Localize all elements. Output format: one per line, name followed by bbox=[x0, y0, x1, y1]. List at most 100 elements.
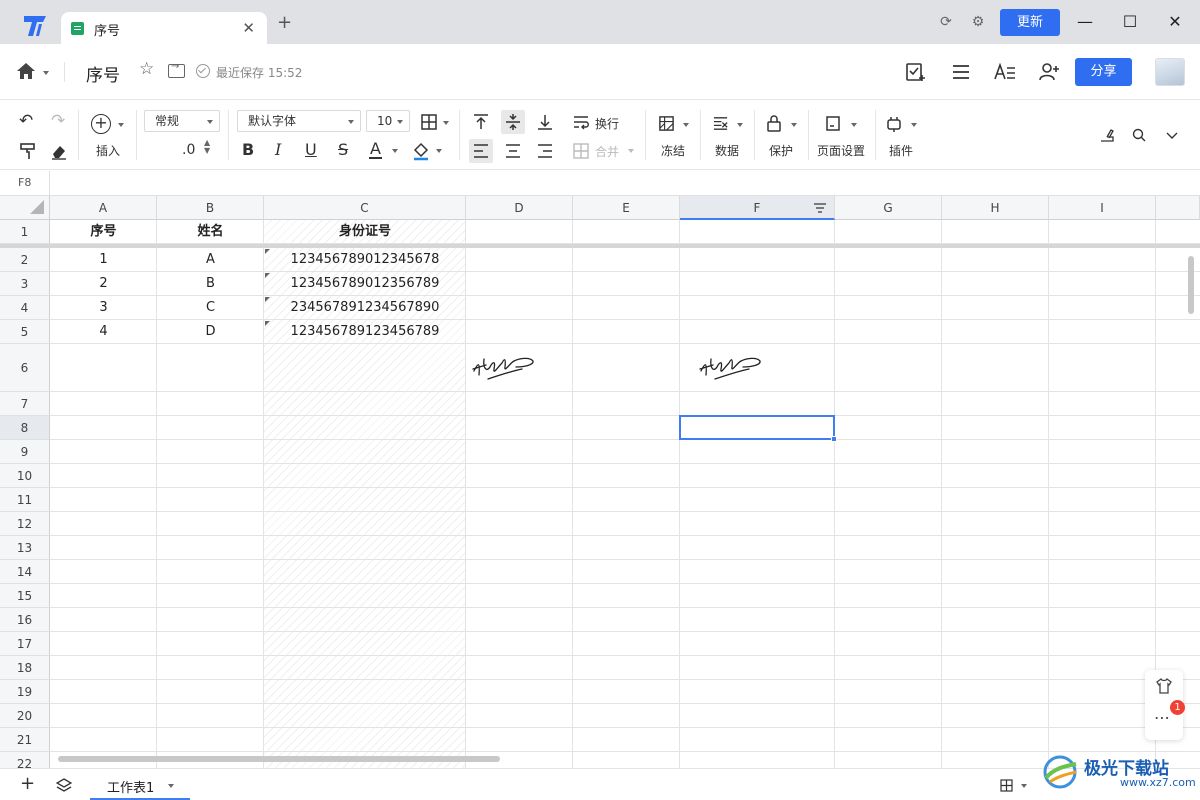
underline-icon[interactable]: U bbox=[305, 142, 317, 158]
font-family-select[interactable]: 默认字体 bbox=[237, 110, 361, 132]
row-header-7[interactable]: 7 bbox=[0, 392, 50, 416]
page-setup-icon[interactable] bbox=[825, 115, 841, 132]
plugin-caret-icon[interactable] bbox=[911, 123, 917, 127]
column-header-e[interactable]: E bbox=[573, 196, 680, 220]
column-header-i[interactable]: I bbox=[1049, 196, 1156, 220]
column-header-g[interactable]: G bbox=[835, 196, 942, 220]
document-title[interactable]: 序号 bbox=[86, 61, 120, 86]
view-grid-icon[interactable] bbox=[1000, 779, 1013, 792]
user-avatar[interactable] bbox=[1155, 58, 1185, 86]
borders-caret-icon[interactable] bbox=[443, 121, 449, 125]
wrap-text-icon[interactable] bbox=[572, 113, 590, 131]
align-top-icon[interactable] bbox=[472, 113, 490, 131]
freeze-panes-icon[interactable] bbox=[658, 115, 675, 132]
menu-list-icon[interactable] bbox=[949, 61, 973, 83]
row-header-3[interactable]: 3 bbox=[0, 272, 50, 296]
freeze-label[interactable]: 冻结 bbox=[661, 142, 685, 159]
settings-gear-icon[interactable]: ⚙ bbox=[970, 14, 986, 30]
minimize-icon[interactable]: — bbox=[1073, 10, 1097, 34]
format-painter-icon[interactable] bbox=[19, 142, 37, 160]
row-header-6[interactable]: 6 bbox=[0, 344, 50, 392]
protect-caret-icon[interactable] bbox=[791, 123, 797, 127]
star-favorite-icon[interactable]: ☆ bbox=[139, 61, 154, 78]
wrap-text-label[interactable]: 换行 bbox=[595, 115, 619, 132]
data-cell[interactable]: 1 bbox=[50, 248, 157, 272]
data-cell[interactable]: 234567891234567890 bbox=[264, 296, 466, 320]
selected-cell-outline[interactable] bbox=[679, 415, 835, 440]
more-options-icon[interactable]: ⋯ bbox=[1154, 708, 1170, 727]
update-button[interactable]: 更新 bbox=[1000, 9, 1060, 36]
bold-icon[interactable]: B bbox=[242, 142, 254, 158]
number-format-select[interactable]: 常规 bbox=[144, 110, 220, 132]
data-cell[interactable]: 123456789012345678 bbox=[264, 248, 466, 272]
align-middle-icon[interactable] bbox=[504, 113, 522, 131]
merge-caret-icon[interactable] bbox=[628, 149, 634, 153]
search-icon[interactable] bbox=[1131, 127, 1147, 143]
plugin-icon[interactable] bbox=[886, 115, 902, 132]
align-right-icon[interactable] bbox=[536, 142, 554, 160]
cell-reference-box[interactable]: F8 bbox=[0, 171, 50, 195]
header-cell[interactable]: 姓名 bbox=[157, 220, 264, 244]
row-header-12[interactable]: 12 bbox=[0, 512, 50, 536]
italic-icon[interactable]: I bbox=[275, 142, 281, 158]
column-header-c[interactable]: C bbox=[264, 196, 466, 220]
data-cell[interactable]: 2 bbox=[50, 272, 157, 296]
clear-format-eraser-icon[interactable] bbox=[50, 142, 68, 160]
close-tab-icon[interactable]: ✕ bbox=[242, 19, 255, 37]
horizontal-scrollbar[interactable] bbox=[58, 756, 500, 762]
data-cell[interactable]: 3 bbox=[50, 296, 157, 320]
align-left-icon[interactable] bbox=[472, 142, 490, 160]
share-button[interactable]: 分享 bbox=[1075, 58, 1132, 86]
maximize-icon[interactable]: ☐ bbox=[1118, 10, 1142, 34]
fill-handle[interactable] bbox=[831, 436, 837, 442]
row-header-4[interactable]: 4 bbox=[0, 296, 50, 320]
data-label[interactable]: 数据 bbox=[715, 142, 739, 159]
merge-cells-label[interactable]: 合并 bbox=[595, 143, 619, 160]
add-collaborator-icon[interactable] bbox=[1037, 61, 1061, 83]
insert-menu-caret-icon[interactable] bbox=[118, 123, 124, 127]
add-sheet-icon[interactable]: + bbox=[20, 773, 35, 794]
row-header-8[interactable]: 8 bbox=[0, 416, 50, 440]
window-close-icon[interactable]: ✕ bbox=[1163, 10, 1187, 34]
column-header-h[interactable]: H bbox=[942, 196, 1049, 220]
plugin-label[interactable]: 插件 bbox=[889, 142, 913, 159]
row-header-16[interactable]: 16 bbox=[0, 608, 50, 632]
data-cell[interactable]: 123456789123456789 bbox=[264, 320, 466, 344]
freeze-caret-icon[interactable] bbox=[683, 123, 689, 127]
row-header-2[interactable]: 2 bbox=[0, 248, 50, 272]
review-checkbox-icon[interactable] bbox=[904, 61, 928, 83]
row-header-13[interactable]: 13 bbox=[0, 536, 50, 560]
spreadsheet-grid[interactable]: A B C D E F G H I 1 2 3 4 5 6 7 8 9 10 11 12 13 14 15 16 17 18 19 20… bbox=[0, 196, 1200, 768]
data-cell[interactable]: 4 bbox=[50, 320, 157, 344]
data-caret-icon[interactable] bbox=[737, 123, 743, 127]
row-header-19[interactable]: 19 bbox=[0, 680, 50, 704]
decimal-places-label[interactable]: .0 bbox=[182, 142, 195, 158]
decimal-stepper-icon[interactable]: ▲ ▼ bbox=[204, 139, 210, 155]
page-setup-caret-icon[interactable] bbox=[851, 123, 857, 127]
sheet-menu-caret-icon[interactable] bbox=[168, 784, 174, 788]
row-header-9[interactable]: 9 bbox=[0, 440, 50, 464]
redo-icon[interactable]: ↷ bbox=[51, 113, 65, 130]
font-size-select[interactable]: 10 bbox=[366, 110, 410, 132]
fill-color-bucket-icon[interactable] bbox=[412, 141, 430, 161]
align-center-icon[interactable] bbox=[504, 142, 522, 160]
vertical-scrollbar[interactable] bbox=[1188, 256, 1194, 314]
data-cell[interactable]: 123456789012356789 bbox=[264, 272, 466, 296]
row-header-10[interactable]: 10 bbox=[0, 464, 50, 488]
fill-color-caret-icon[interactable] bbox=[436, 149, 442, 153]
undo-icon[interactable]: ↶ bbox=[19, 113, 33, 130]
row-header-15[interactable]: 15 bbox=[0, 584, 50, 608]
home-menu-caret-icon[interactable] bbox=[43, 71, 49, 75]
merge-cells-icon[interactable] bbox=[572, 142, 590, 160]
sheet-tab-1[interactable]: 工作表1 bbox=[90, 769, 190, 800]
column-header-d[interactable]: D bbox=[466, 196, 573, 220]
sheet-list-layers-icon[interactable] bbox=[56, 778, 72, 793]
shirt-theme-icon[interactable] bbox=[1155, 678, 1173, 694]
data-cell[interactable]: B bbox=[157, 272, 264, 296]
protect-label[interactable]: 保护 bbox=[769, 142, 793, 159]
row-header-18[interactable]: 18 bbox=[0, 656, 50, 680]
row-header-14[interactable]: 14 bbox=[0, 560, 50, 584]
font-color-caret-icon[interactable] bbox=[392, 149, 398, 153]
view-caret-icon[interactable] bbox=[1021, 784, 1027, 788]
row-header-17[interactable]: 17 bbox=[0, 632, 50, 656]
